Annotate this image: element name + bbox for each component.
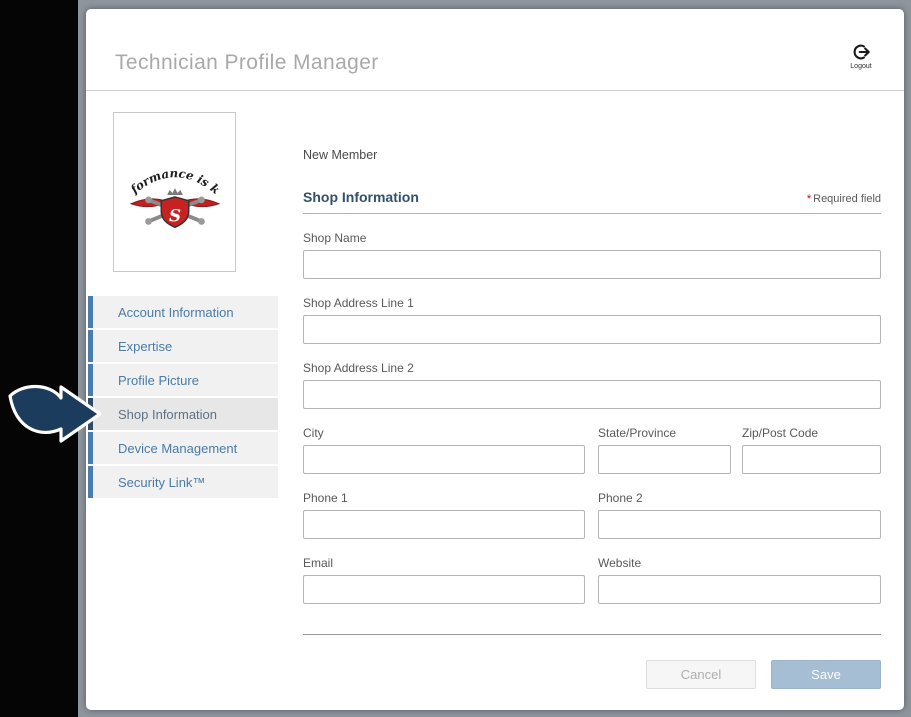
sidebar-item-expertise[interactable]: Expertise [88, 330, 278, 362]
form-actions: Cancel Save [303, 660, 881, 689]
city-label: City [303, 426, 585, 440]
email-input[interactable] [303, 575, 585, 604]
sidebar-item-label: Shop Information [118, 407, 217, 422]
sidebar-item-label: Account Information [118, 305, 234, 320]
sidebar-item-shop-information[interactable]: Shop Information [88, 398, 278, 430]
sidebar-nav: Account Information Expertise Profile Pi… [88, 296, 278, 500]
logo-arc-text: performance is king [121, 152, 223, 197]
sidebar-item-label: Security Link™ [118, 475, 205, 490]
zip-post-code-label: Zip/Post Code [742, 426, 881, 440]
email-label: Email [303, 556, 585, 570]
phone2-input[interactable] [598, 510, 881, 539]
shop-address-line1-label: Shop Address Line 1 [303, 296, 881, 310]
window-header: Technician Profile Manager Logout [86, 9, 904, 91]
phone1-input[interactable] [303, 510, 585, 539]
section-header: Shop Information *Required field [303, 189, 881, 214]
annotation-arrow-icon [3, 380, 104, 448]
required-asterisk: * [807, 193, 811, 205]
shop-name-label: Shop Name [303, 231, 881, 245]
shop-address-line2-label: Shop Address Line 2 [303, 361, 881, 375]
member-status-text: New Member [303, 148, 881, 162]
shop-address-line1-input[interactable] [303, 315, 881, 344]
phone1-label: Phone 1 [303, 491, 585, 505]
shop-address-line2-input[interactable] [303, 380, 881, 409]
page-left-dark-region [0, 0, 78, 717]
required-field-note: *Required field [807, 193, 881, 205]
city-input[interactable] [303, 445, 585, 474]
zip-post-code-input[interactable] [742, 445, 881, 474]
logo-shield-letter: S [168, 205, 180, 225]
logout-button[interactable]: Logout [842, 42, 880, 70]
save-button[interactable]: Save [771, 660, 881, 689]
sidebar-item-label: Device Management [118, 441, 237, 456]
technician-profile-manager-window: Technician Profile Manager Logout perfor… [86, 9, 904, 710]
profile-picture: performance is king S [113, 112, 236, 272]
sidebar-item-label: Expertise [118, 339, 172, 354]
website-input[interactable] [598, 575, 881, 604]
section-title: Shop Information [303, 189, 419, 205]
sidebar-item-account-information[interactable]: Account Information [88, 296, 278, 328]
state-province-input[interactable] [598, 445, 731, 474]
sidebar-item-device-management[interactable]: Device Management [88, 432, 278, 464]
shop-information-form: New Member Shop Information *Required fi… [303, 148, 881, 689]
phone2-label: Phone 2 [598, 491, 881, 505]
sidebar-item-security-link[interactable]: Security Link™ [88, 466, 278, 498]
sidebar-item-profile-picture[interactable]: Profile Picture [88, 364, 278, 396]
shop-logo-image: performance is king S [121, 152, 229, 232]
cancel-button[interactable]: Cancel [646, 660, 756, 689]
page-title: Technician Profile Manager [115, 51, 379, 75]
actions-divider [303, 634, 881, 635]
state-province-label: State/Province [598, 426, 731, 440]
svg-text:performance is king: performance is king [121, 152, 223, 197]
logout-icon [851, 42, 871, 62]
required-label: Required field [813, 193, 881, 205]
logout-label: Logout [842, 63, 880, 70]
sidebar-item-label: Profile Picture [118, 373, 199, 388]
shop-name-input[interactable] [303, 250, 881, 279]
website-label: Website [598, 556, 881, 570]
